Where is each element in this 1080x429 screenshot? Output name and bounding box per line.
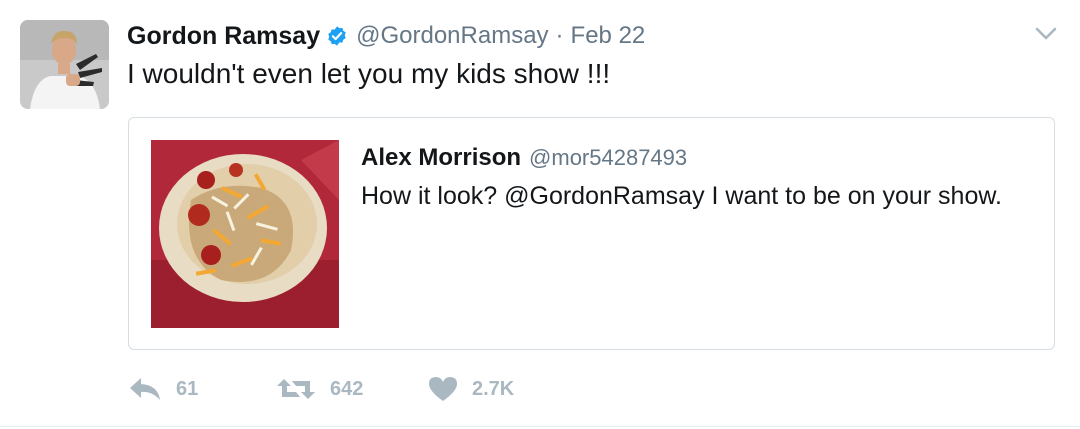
like-count: 2.7K [472,377,515,400]
retweet-icon [277,379,315,399]
tweet-text: I wouldn't even let you my kids show !!! [127,58,611,89]
header-separator: · [555,22,564,49]
heart-icon [429,377,457,401]
like-button[interactable]: 2.7K [428,376,568,402]
quoted-author-handle[interactable]: @mor54287493 [529,145,687,171]
quoted-author-name[interactable]: Alex Morrison [361,144,521,172]
quoted-tweet-photo[interactable] [151,140,339,328]
tweet-divider [0,426,1080,427]
reply-count: 61 [176,377,199,400]
retweet-button[interactable]: 642 [276,376,428,402]
verified-badge-icon [326,25,348,47]
chef-avatar-photo [20,20,109,109]
tweet[interactable]: Gordon Ramsay @GordonRamsay · Feb 22 I w… [0,0,1080,429]
quoted-tweet-header: Alex Morrison @mor54287493 [361,144,687,172]
chevron-down-icon[interactable] [1034,25,1058,43]
author-handle[interactable]: @GordonRamsay [356,22,548,50]
author-avatar[interactable] [20,20,109,109]
tweet-actions: 61 642 2.7K [128,372,568,406]
author-name[interactable]: Gordon Ramsay [127,22,320,51]
quoted-tweet-text: How it look? @GordonRamsay I want to be … [361,182,1002,210]
tweet-header: Gordon Ramsay @GordonRamsay · Feb 22 [127,20,645,52]
tweet-date[interactable]: Feb 22 [571,22,646,50]
reply-icon [130,378,160,400]
reply-button[interactable]: 61 [128,376,276,402]
tortilla-food-photo [151,140,339,328]
quoted-tweet[interactable]: Alex Morrison @mor54287493 How it look? … [128,117,1055,350]
retweet-count: 642 [330,377,364,400]
